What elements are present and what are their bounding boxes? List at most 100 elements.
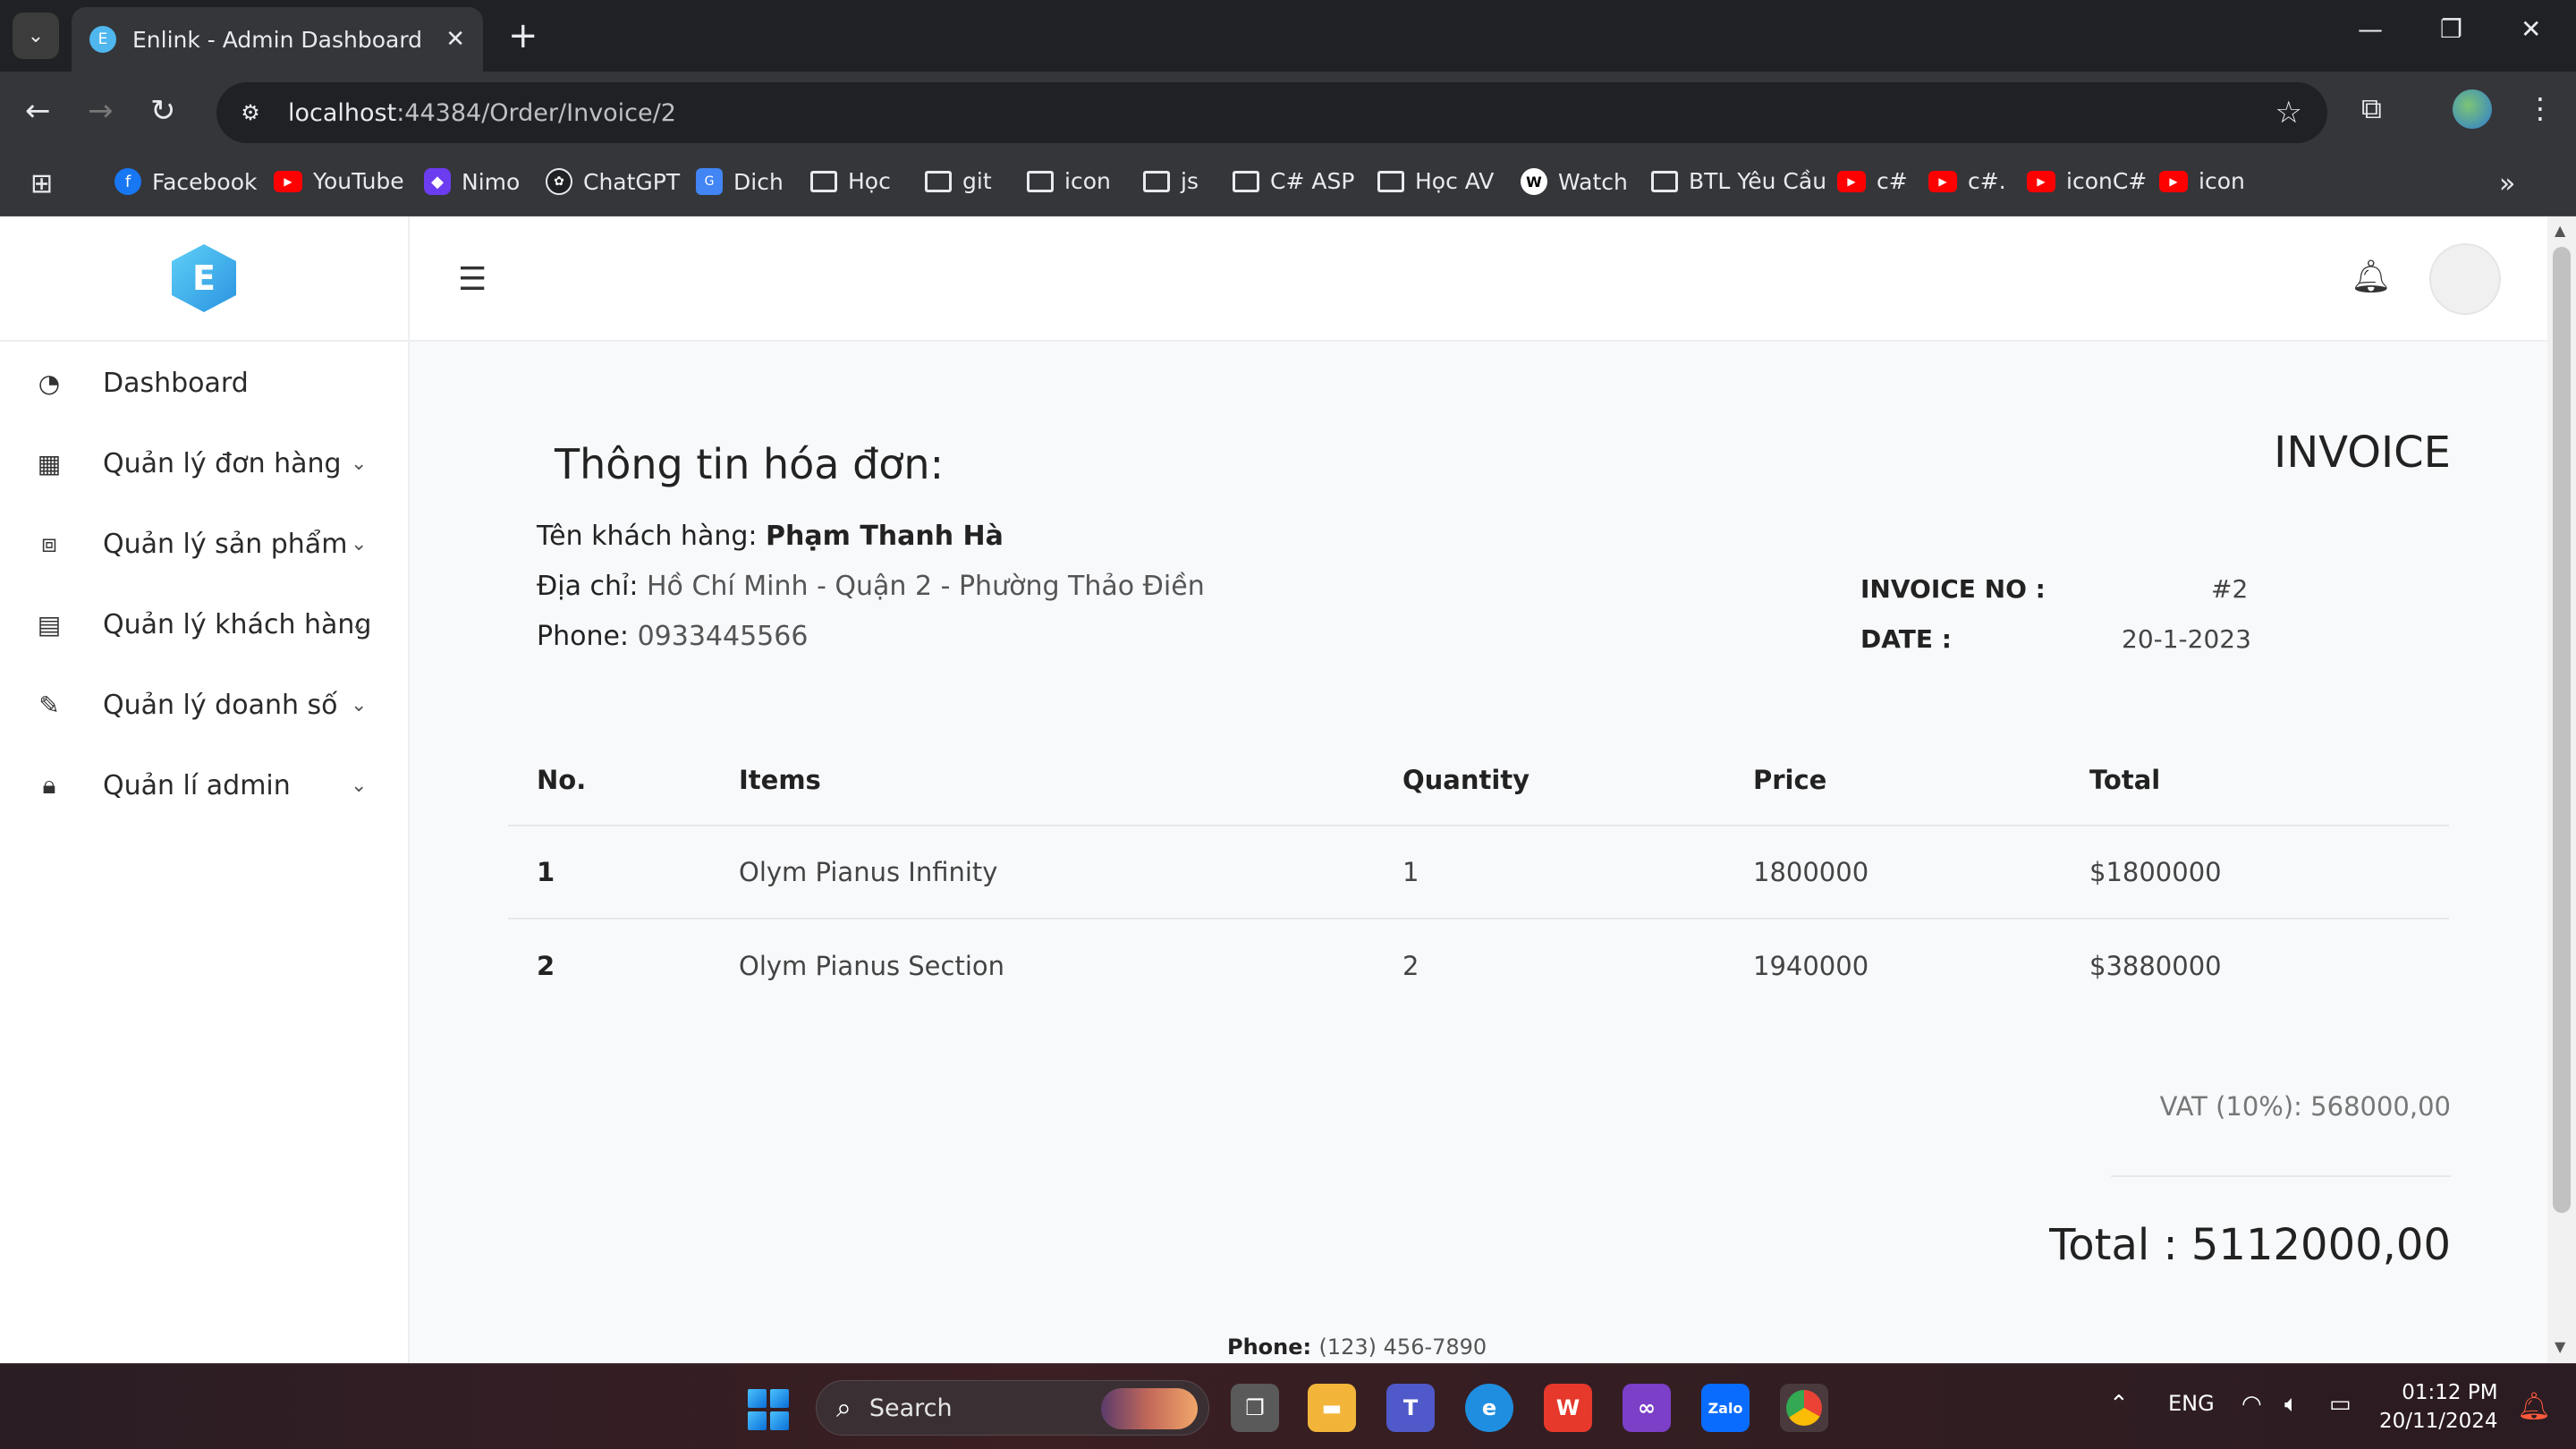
bell-icon[interactable]: 🔔︎ [2351, 258, 2392, 295]
app-header: ☰ 🔔︎ [410, 216, 2547, 342]
url-text: localhost:44384/Order/Invoice/2 [288, 99, 676, 127]
sidebar-item-products[interactable]: ⧈ Quản lý sản phẩm ⌄ [0, 508, 410, 580]
bookmark-csharp-asp[interactable]: C# ASP [1233, 168, 1354, 194]
bookmark-label: Facebook [152, 168, 258, 195]
battery-icon[interactable]: ▭ [2329, 1391, 2351, 1418]
bookmark-hoc[interactable]: Học [810, 168, 891, 194]
bookmark-btl-yeu-cau[interactable]: BTL Yêu Cầu [1651, 168, 1826, 194]
logo-icon: E [172, 244, 236, 312]
chevron-down-icon: ⌄ [351, 532, 368, 555]
scroll-up-icon[interactable]: ▲ [2555, 222, 2565, 239]
bookmark-label: Dich [733, 168, 784, 195]
invoice-no-value: #2 [2211, 574, 2249, 604]
windows-start-icon[interactable] [748, 1389, 789, 1430]
grid-icon: ▦ [37, 448, 62, 479]
invoice-no-label: INVOICE NO : [1860, 574, 2046, 604]
bookmark-star-icon[interactable]: ☆ [2275, 95, 2302, 131]
taskbar: ⌕ Search ❐ ▬ T e W ∞ Zalo ⌃ ENG ◠ 🔈︎ ▭ 0… [0, 1363, 2576, 1449]
bookmark-icon-csharp[interactable]: ▶ iconC# [2027, 168, 2147, 194]
sidebar-item-orders[interactable]: ▦ Quản lý đơn hàng ⌄ [0, 428, 410, 499]
column-header: Price [1753, 765, 1827, 795]
profile-avatar[interactable] [2453, 89, 2492, 129]
task-view-icon[interactable]: ❐ [1231, 1384, 1279, 1432]
user-avatar[interactable] [2429, 243, 2501, 315]
bookmark-watch[interactable]: W Watch [1521, 168, 1628, 195]
web-page: E ◔ Dashboard ▦ Quản lý đơn hàng ⌄ ⧈ Quả… [0, 216, 2576, 1363]
volume-muted-icon[interactable]: 🔈︎ [2284, 1391, 2299, 1419]
system-clock[interactable]: 01:12 PM 20/11/2024 [2379, 1378, 2498, 1436]
minimize-icon[interactable]: — [2358, 14, 2383, 44]
bookmark-chatgpt[interactable]: ✿ ChatGPT [546, 168, 680, 195]
column-header: Quantity [1402, 765, 1530, 795]
bookmark-label: ChatGPT [583, 168, 681, 195]
phone-value: 0933445566 [637, 621, 809, 652]
chrome-icon[interactable] [1780, 1384, 1828, 1432]
phone-label: Phone: [537, 621, 638, 652]
language-indicator[interactable]: ENG [2168, 1391, 2215, 1416]
forward-icon[interactable]: → [88, 93, 114, 129]
boxes-icon: ⧈ [41, 529, 57, 558]
bookmark-icon-yt[interactable]: ▶ icon [2159, 168, 2245, 194]
translate-icon: G [696, 168, 723, 195]
apps-grid-icon[interactable]: ⊞ [30, 168, 53, 199]
close-window-icon[interactable]: ✕ [2521, 14, 2541, 44]
bookmark-git[interactable]: git [925, 168, 992, 194]
scroll-down-icon[interactable]: ▼ [2555, 1338, 2565, 1355]
wifi-icon[interactable]: ◠ [2241, 1391, 2262, 1418]
sidebar-item-dashboard[interactable]: ◔ Dashboard [0, 347, 410, 419]
address-bar[interactable]: ⚙ localhost:44384/Order/Invoice/2 ☆ [216, 82, 2327, 143]
bookmark-js[interactable]: js [1143, 168, 1199, 194]
search-icon: ⌕ [836, 1392, 852, 1424]
bookmark-icon[interactable]: icon [1027, 168, 1111, 194]
column-header: No. [537, 765, 587, 795]
reload-icon[interactable]: ↻ [150, 93, 176, 129]
back-icon[interactable]: ← [25, 93, 51, 129]
sidebar-item-customers[interactable]: ▤ Quản lý khách hàng ⌄ [0, 589, 410, 660]
browser-tab[interactable]: E Enlink - Admin Dashboard Temp ✕ [72, 7, 483, 72]
visual-studio-icon[interactable]: ∞ [1623, 1384, 1671, 1432]
file-explorer-icon[interactable]: ▬ [1308, 1384, 1356, 1432]
row-price: 1800000 [1753, 857, 1869, 887]
menu-toggle-icon[interactable]: ☰ [458, 261, 487, 298]
wps-office-icon[interactable]: W [1544, 1384, 1592, 1432]
new-tab-button[interactable]: + [508, 16, 538, 55]
teams-icon[interactable]: T [1386, 1384, 1435, 1432]
taskbar-search[interactable]: ⌕ Search [816, 1380, 1209, 1436]
bookmark-youtube[interactable]: ▶ YouTube [274, 168, 404, 194]
bookmark-nimo[interactable]: ◆ Nimo [424, 168, 520, 195]
folder-icon [1233, 170, 1259, 192]
edge-icon[interactable]: e [1465, 1384, 1513, 1432]
logo-area[interactable]: E [0, 216, 408, 342]
chatgpt-icon: ✿ [546, 168, 572, 195]
grand-total: Total : 5112000,00 [2049, 1220, 2451, 1270]
zalo-icon[interactable]: Zalo [1701, 1384, 1750, 1432]
notification-bell-icon[interactable]: 🔔︎ [2517, 1391, 2551, 1422]
restore-icon[interactable]: ❐ [2440, 14, 2462, 44]
dashboard-icon: ◔ [38, 368, 61, 398]
bookmark-dich[interactable]: G Dich [696, 168, 784, 195]
site-info-icon[interactable]: ⚙ [234, 97, 267, 129]
more-bookmarks-icon[interactable]: » [2499, 168, 2515, 199]
invoice-table-header: No. Items Quantity Price Total [508, 735, 2449, 826]
bookmark-label: BTL Yêu Cầu [1689, 168, 1827, 194]
customer-label: Tên khách hàng: [537, 521, 767, 552]
customer-name: Phạm Thanh Hà [766, 521, 1004, 552]
bookmark-hoc-av[interactable]: Học AV [1377, 168, 1494, 194]
chevron-up-icon[interactable]: ⌃ [2109, 1391, 2129, 1418]
bookmark-label: YouTube [313, 168, 404, 194]
sidebar-item-admin[interactable]: 🔒︎ Quản lí admin ⌄ [0, 750, 410, 821]
extensions-icon[interactable]: ⧉ [2361, 91, 2382, 126]
tab-search-button[interactable]: ⌄ [13, 13, 59, 59]
sidebar-item-label: Dashboard [103, 367, 249, 399]
more-menu-icon[interactable]: ⋮ [2526, 91, 2555, 125]
close-icon[interactable]: ✕ [445, 26, 465, 53]
sidebar-item-sales[interactable]: ✎ Quản lý doanh số ⌄ [0, 669, 410, 741]
bookmark-label: c#. [1968, 168, 2006, 194]
bookmark-facebook[interactable]: f Facebook [114, 168, 257, 195]
sidebar-item-label: Quản lý doanh số [103, 689, 338, 721]
scrollbar-thumb[interactable] [2553, 247, 2571, 1213]
bookmark-csharp-dot[interactable]: ▶ c#. [1928, 168, 2006, 194]
bookmark-csharp[interactable]: ▶ c# [1837, 168, 1908, 194]
column-header: Total [2089, 765, 2161, 795]
address-line: Địa chỉ: Hồ Chí Minh - Quận 2 - Phường T… [537, 571, 1205, 602]
